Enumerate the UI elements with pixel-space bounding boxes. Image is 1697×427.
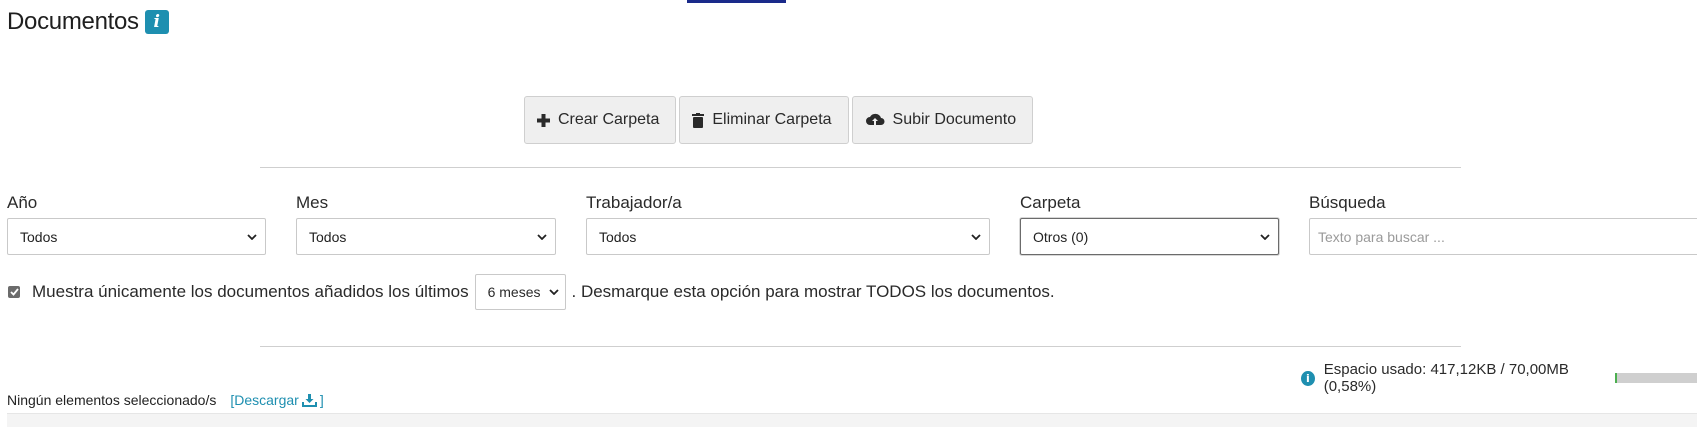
worker-select[interactable]: Todos xyxy=(586,218,990,255)
search-filter: Búsqueda Texto para buscar ... xyxy=(1309,193,1697,255)
year-select[interactable]: Todos xyxy=(7,218,266,255)
chevron-down-icon xyxy=(247,233,257,240)
chevron-down-icon xyxy=(537,233,547,240)
search-placeholder: Texto para buscar ... xyxy=(1318,228,1445,245)
folder-toolbar: Crear Carpeta Eliminar Carpeta Subir Doc… xyxy=(524,96,1034,144)
storage-usage: i Espacio usado: 417,12KB / 70,00MB (0,5… xyxy=(1301,361,1697,395)
folder-label: Carpeta xyxy=(1020,193,1081,212)
worker-label: Trabajador/a xyxy=(586,193,682,212)
check-icon xyxy=(9,288,19,296)
selection-status: Ningún elementos seleccionado/s xyxy=(7,392,217,408)
documents-table-header xyxy=(7,413,1697,427)
month-filter: Mes Todos xyxy=(296,193,556,255)
download-open: [Descargar xyxy=(230,392,299,408)
folder-value: Otros (0) xyxy=(1033,228,1089,245)
info-icon[interactable]: i xyxy=(144,10,169,34)
storage-progress-bar xyxy=(1614,373,1697,383)
download-close: ] xyxy=(319,392,324,408)
delete-folder-label: Eliminar Carpeta xyxy=(712,111,832,128)
recent-only-checkbox[interactable] xyxy=(8,286,20,298)
trash-icon xyxy=(692,112,705,128)
selection-bar: Ningún elementos seleccionado/s [Descarg… xyxy=(7,392,324,408)
upload-document-label: Subir Documento xyxy=(892,111,1017,128)
page-header: Documentos i xyxy=(7,8,169,36)
worker-value: Todos xyxy=(599,228,637,245)
create-folder-label: Crear Carpeta xyxy=(558,111,660,128)
page-title: Documentos xyxy=(7,8,139,35)
download-icon xyxy=(301,393,317,407)
month-select[interactable]: Todos xyxy=(296,218,556,255)
chevron-down-icon xyxy=(548,289,559,295)
recent-text-after: . Desmarque esta opción para mostrar TOD… xyxy=(571,282,1055,301)
upload-document-button[interactable]: Subir Documento xyxy=(851,96,1034,144)
divider xyxy=(260,167,1461,168)
recent-filter-row: Muestra únicamente los documentos añadid… xyxy=(8,274,1055,310)
recent-text-before: Muestra únicamente los documentos añadid… xyxy=(32,282,469,301)
download-link[interactable]: [Descargar ] xyxy=(230,392,323,408)
period-select[interactable]: 6 meses xyxy=(474,274,566,310)
year-value: Todos xyxy=(20,228,58,245)
worker-filter: Trabajador/a Todos xyxy=(586,193,990,255)
storage-progress-fill xyxy=(1614,373,1617,383)
search-label: Búsqueda xyxy=(1309,193,1386,212)
folder-select[interactable]: Otros (0) xyxy=(1020,218,1279,255)
delete-folder-button[interactable]: Eliminar Carpeta xyxy=(679,96,849,144)
top-accent-bar xyxy=(687,0,786,3)
chevron-down-icon xyxy=(971,233,981,240)
chevron-down-icon xyxy=(1260,233,1270,240)
info-icon: i xyxy=(1301,370,1315,386)
month-value: Todos xyxy=(309,228,347,245)
year-filter: Año Todos xyxy=(7,193,266,255)
cloud-upload-icon xyxy=(865,113,885,127)
month-label: Mes xyxy=(296,193,329,212)
period-value: 6 meses xyxy=(487,284,541,300)
folder-filter: Carpeta Otros (0) xyxy=(1020,193,1279,255)
year-label: Año xyxy=(7,193,38,212)
search-input[interactable]: Texto para buscar ... xyxy=(1309,218,1697,255)
create-folder-button[interactable]: Crear Carpeta xyxy=(524,96,677,144)
plus-icon xyxy=(537,113,550,127)
divider xyxy=(260,346,1461,347)
storage-label: Espacio usado: 417,12KB / 70,00MB (0,58%… xyxy=(1323,361,1569,395)
